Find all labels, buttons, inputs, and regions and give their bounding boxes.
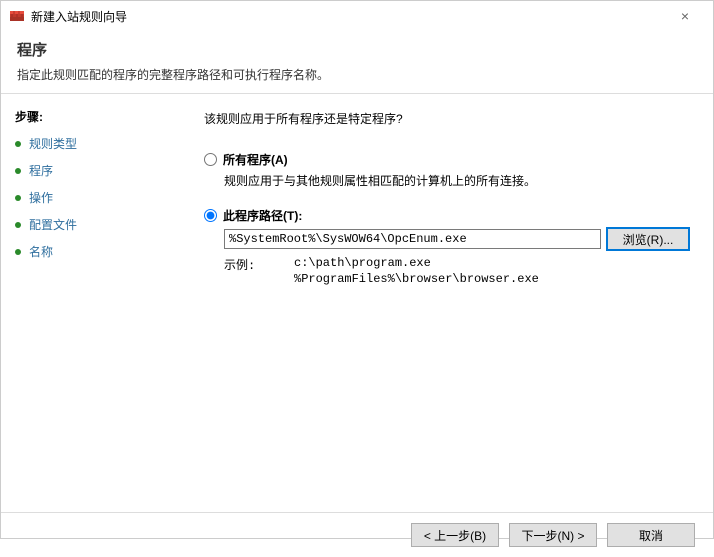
steps-heading: 步骤: [15,108,176,125]
cancel-button[interactable]: 取消 [607,523,695,547]
radio-all-label: 所有程序(A) [223,151,288,168]
next-button[interactable]: 下一步(N) > [509,523,597,547]
wizard-header: 程序 指定此规则匹配的程序的完整程序路径和可执行程序名称。 [1,31,713,93]
browse-button[interactable]: 浏览(R)... [607,228,689,250]
step-name[interactable]: 名称 [15,243,176,260]
step-label: 操作 [29,189,53,206]
step-label: 配置文件 [29,216,77,233]
close-button[interactable]: × [665,8,705,24]
page-title: 程序 [17,39,697,60]
wizard-steps-sidebar: 步骤: 规则类型 程序 操作 配置文件 名称 [1,94,186,512]
bullet-icon [15,168,21,174]
radio-program-path[interactable] [204,209,217,222]
program-path-input[interactable] [224,229,601,249]
window-title: 新建入站规则向导 [31,8,665,25]
bullet-icon [15,249,21,255]
wizard-content: 该规则应用于所有程序还是特定程序? 所有程序(A) 规则应用于与其他规则属性相匹… [186,94,713,512]
step-action[interactable]: 操作 [15,189,176,206]
option-all-desc: 规则应用于与其他规则属性相匹配的计算机上的所有连接。 [224,172,689,189]
step-rule-type[interactable]: 规则类型 [15,135,176,152]
step-label: 名称 [29,243,53,260]
step-program[interactable]: 程序 [15,162,176,179]
back-button[interactable]: < 上一步(B) [411,523,499,547]
radio-all-programs[interactable] [204,153,217,166]
step-label: 规则类型 [29,135,77,152]
bullet-icon [15,195,21,201]
example-values: c:\path\program.exe %ProgramFiles%\brows… [294,256,539,287]
option-all-programs[interactable]: 所有程序(A) [204,151,689,168]
content-question: 该规则应用于所有程序还是特定程序? [204,110,689,127]
titlebar: 新建入站规则向导 × [1,1,713,31]
bullet-icon [15,141,21,147]
example-label: 示例: [224,256,294,287]
step-label: 程序 [29,162,53,179]
step-profile[interactable]: 配置文件 [15,216,176,233]
page-subtitle: 指定此规则匹配的程序的完整程序路径和可执行程序名称。 [17,66,697,83]
option-program-path[interactable]: 此程序路径(T): [204,207,689,224]
bullet-icon [15,222,21,228]
radio-path-label: 此程序路径(T): [223,207,302,224]
firewall-icon [9,8,25,24]
wizard-footer: < 上一步(B) 下一步(N) > 取消 [1,513,713,557]
